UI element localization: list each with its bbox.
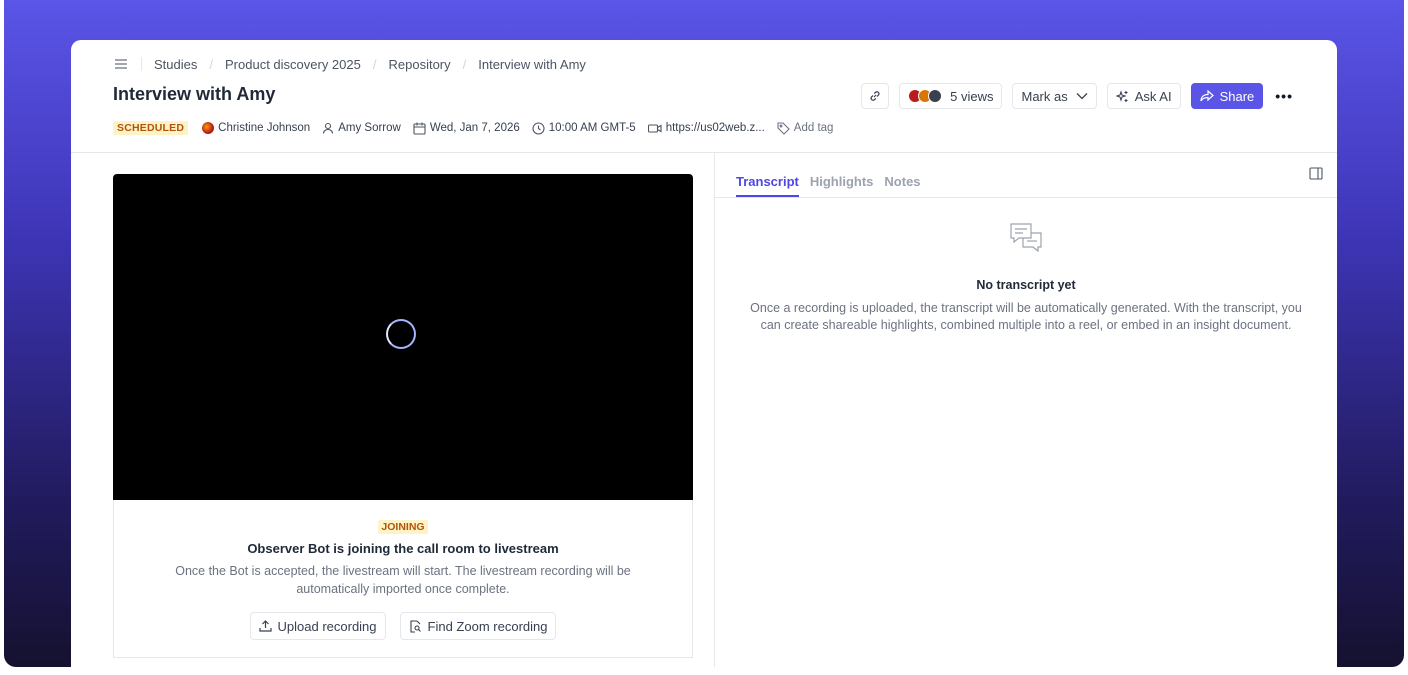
breadcrumb-repository[interactable]: Repository [388, 57, 450, 72]
interview-page: Studies / Product discovery 2025 / Repos… [71, 40, 1337, 667]
page-title: Interview with Amy [113, 84, 276, 104]
share-label: Share [1219, 88, 1255, 104]
mark-as-label: Mark as [1021, 88, 1068, 104]
mark-as-dropdown[interactable]: Mark as [1012, 83, 1097, 109]
share-icon [1199, 90, 1214, 102]
breadcrumb-separator: / [209, 56, 213, 72]
chat-bubbles-icon [1010, 223, 1042, 253]
views-button[interactable]: 5 views [899, 83, 1003, 109]
file-search-icon [409, 619, 421, 633]
upload-recording-button[interactable]: Upload recording [249, 612, 386, 640]
ask-ai-label: Ask AI [1134, 88, 1172, 104]
loading-spinner-icon [386, 319, 416, 349]
tab-notes[interactable]: Notes [884, 174, 920, 197]
app-background: Studies / Product discovery 2025 / Repos… [4, 0, 1404, 667]
tab-transcript[interactable]: Transcript [736, 174, 799, 197]
viewer-avatars [908, 89, 943, 103]
meeting-link-value: https://us02web.z... [665, 122, 765, 134]
breadcrumb-separator: / [372, 56, 377, 72]
sparkle-icon [1115, 89, 1128, 102]
breadcrumb-separator: / [462, 56, 467, 72]
recording-status-desc: Once the Bot is accepted, the livestream… [175, 564, 631, 596]
empty-state-title: No transcript yet [976, 278, 1076, 292]
find-zoom-recording-button[interactable]: Find Zoom recording [399, 612, 557, 640]
video-icon [647, 123, 662, 133]
link-icon [870, 91, 880, 101]
participant-name: Amy Sorrow [338, 122, 401, 134]
owner-name: Christine Johnson [218, 122, 311, 134]
recording-actions: Upload recording Find Zoom recording [114, 612, 692, 640]
tab-highlights[interactable]: Highlights [810, 174, 874, 197]
date-value: Wed, Jan 7, 2026 [429, 122, 520, 134]
transcript-empty-state: No transcript yet Once a recording is up… [715, 221, 1337, 334]
more-options-icon[interactable]: ••• [1275, 88, 1293, 104]
video-player[interactable] [113, 174, 693, 500]
time[interactable]: 10:00 AM GMT-5 [532, 121, 636, 135]
ask-ai-button[interactable]: Ask AI [1106, 83, 1181, 109]
sidebar-panel-icon[interactable] [1309, 167, 1323, 185]
tab-bar: Transcript Highlights Notes [736, 174, 932, 197]
meeting-link[interactable]: https://us02web.z... [647, 122, 765, 134]
avatar [202, 122, 215, 134]
chevron-down-icon [1076, 93, 1088, 100]
upload-recording-label: Upload recording [277, 618, 377, 634]
find-zoom-recording-label: Find Zoom recording [427, 618, 548, 634]
views-label: 5 views [950, 88, 994, 104]
time-value: 10:00 AM GMT-5 [548, 122, 636, 134]
add-tag-label: Add tag [793, 122, 834, 134]
page-header: Studies / Product discovery 2025 / Repos… [71, 40, 1337, 153]
owner[interactable]: Christine Johnson [202, 122, 310, 134]
upload-icon [258, 620, 272, 632]
status-badge: SCHEDULED [113, 121, 189, 135]
breadcrumb: Studies / Product discovery 2025 / Repos… [113, 56, 586, 72]
header-actions: 5 views Mark as Ask AI Share ••• [851, 83, 1293, 109]
recording-section: JOINING Observer Bot is joining the call… [71, 153, 715, 667]
date[interactable]: Wed, Jan 7, 2026 [413, 122, 520, 135]
tag-icon [777, 121, 790, 135]
calendar-icon [413, 122, 426, 135]
joining-badge: JOINING [378, 520, 428, 534]
empty-state-desc: Once a recording is uploaded, the transc… [750, 301, 1302, 332]
user-icon [323, 122, 334, 134]
breadcrumb-studies[interactable]: Studies [154, 57, 197, 72]
share-button[interactable]: Share [1190, 83, 1264, 109]
recording-status-title: Observer Bot is joining the call room to… [247, 541, 559, 556]
divider [141, 57, 142, 71]
clock-icon [532, 121, 545, 135]
tab-divider [715, 197, 1337, 198]
menu-icon[interactable] [113, 56, 129, 72]
transcript-section: Transcript Highlights Notes No transcrip… [715, 153, 1337, 667]
recording-status-panel: JOINING Observer Bot is joining the call… [113, 500, 693, 658]
copy-link-button[interactable] [861, 83, 890, 109]
add-tag-button[interactable]: Add tag [777, 121, 834, 135]
interview-meta: SCHEDULED Christine Johnson Amy Sorrow W… [113, 121, 845, 135]
breadcrumb-current: Interview with Amy [478, 56, 586, 72]
participant[interactable]: Amy Sorrow [322, 122, 401, 134]
breadcrumb-study[interactable]: Product discovery 2025 [225, 57, 361, 72]
